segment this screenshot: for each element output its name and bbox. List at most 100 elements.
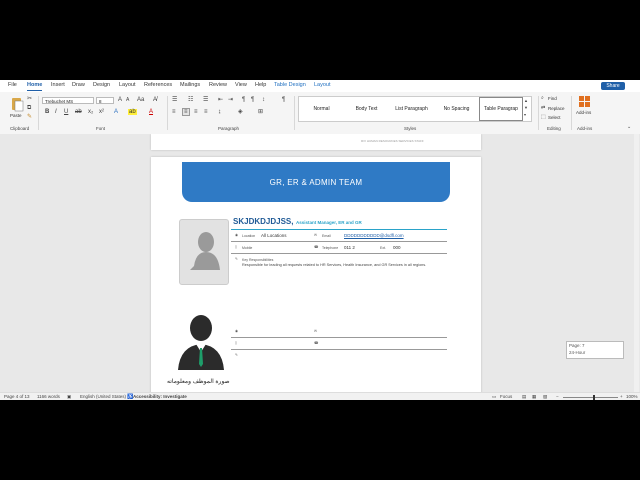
zoom-in-icon[interactable]: +	[620, 394, 623, 399]
previous-page: R/V HUMAN RESOURCES SERVICES STAFF	[151, 134, 481, 150]
align-left-icon[interactable]: ≡	[172, 109, 176, 115]
styles-scroll-down-icon[interactable]: ▼	[524, 106, 528, 110]
line-spacing-icon[interactable]: ↨	[218, 109, 221, 115]
row-divider	[231, 241, 447, 242]
addins-icon[interactable]	[579, 96, 591, 108]
zoom-slider[interactable]	[563, 395, 618, 400]
tab-review[interactable]: Review	[209, 82, 227, 88]
collapse-ribbon-icon[interactable]: ⌄	[627, 125, 631, 130]
title-underline	[231, 229, 447, 230]
show-marks-icon[interactable]: ¶	[282, 97, 285, 103]
group-divider	[294, 96, 295, 130]
tab-insert[interactable]: Insert	[51, 82, 65, 88]
zoom-slider-thumb[interactable]	[593, 395, 595, 400]
group-font: Font	[96, 126, 106, 131]
profile-photo-placeholder	[179, 219, 229, 285]
shading-icon[interactable]: ◈	[238, 109, 243, 115]
find-button[interactable]: Find	[548, 96, 557, 101]
strikethrough-icon[interactable]: ab	[75, 109, 82, 115]
focus-button[interactable]: Focus	[500, 394, 512, 399]
font-size-select[interactable]: 8	[96, 97, 114, 104]
borders-icon[interactable]: ⊞	[258, 109, 263, 115]
group-paragraph: Paragraph	[218, 126, 240, 131]
sort-icon[interactable]: ↕	[262, 97, 265, 103]
accessibility-status[interactable]: Accessibility: Investigate	[133, 394, 187, 399]
language[interactable]: English (United States)	[80, 394, 126, 399]
pen-icon: ✎	[235, 257, 238, 261]
font-color-icon[interactable]: A	[149, 109, 153, 115]
style-body-text[interactable]: Body Text	[344, 97, 389, 121]
tab-layout[interactable]: Layout	[119, 82, 136, 88]
bullets-icon[interactable]: ☰	[172, 97, 177, 103]
proofing-icon[interactable]: ▣	[67, 394, 71, 400]
location-value: All Locations	[261, 233, 287, 238]
telephone-icon: ☎	[314, 341, 319, 345]
copy-icon[interactable]: ⧉	[27, 105, 31, 111]
zoom-level[interactable]: 100%	[626, 394, 638, 399]
decrease-indent-icon[interactable]: ⇤	[218, 97, 223, 103]
tab-mailings[interactable]: Mailings	[180, 82, 200, 88]
vertical-scrollbar[interactable]	[634, 134, 639, 392]
person-silhouette-icon	[190, 232, 220, 270]
zoom-out-icon[interactable]: −	[556, 394, 559, 399]
highlight-icon[interactable]: ab	[128, 109, 137, 115]
word-count[interactable]: 1166 words	[37, 394, 60, 399]
style-no-spacing[interactable]: No Spacing	[434, 97, 479, 121]
arabic-caption: صورة الموظف ومعلوماته	[167, 379, 230, 385]
tab-home[interactable]: Home	[27, 82, 43, 91]
align-center-icon[interactable]: ≡	[182, 108, 190, 116]
styles-more-icon[interactable]: ▾	[524, 113, 526, 117]
print-layout-icon[interactable]: ▦	[532, 394, 536, 400]
select-button[interactable]: Select	[548, 115, 561, 120]
font-name-select[interactable]: Trebuchet MS	[42, 97, 94, 104]
align-right-icon[interactable]: ≡	[194, 109, 198, 115]
format-painter-icon[interactable]: ✎	[27, 114, 32, 120]
clear-formatting-icon[interactable]: A̸	[153, 97, 157, 103]
italic-icon[interactable]: I	[55, 109, 57, 115]
tab-help[interactable]: Help	[255, 82, 266, 88]
numbering-icon[interactable]: ☷	[188, 97, 193, 103]
shrink-font-icon[interactable]: A	[126, 98, 129, 103]
tab-table-layout[interactable]: Layout	[314, 82, 331, 88]
tab-view[interactable]: View	[235, 82, 247, 88]
rtl-icon[interactable]: ¶	[251, 97, 254, 103]
bold-icon[interactable]: B	[45, 109, 49, 115]
superscript-icon[interactable]: x²	[99, 109, 104, 115]
justify-icon[interactable]: ≡	[204, 109, 208, 115]
multilevel-list-icon[interactable]: ☰	[203, 97, 208, 103]
increase-indent-icon[interactable]: ⇥	[228, 97, 233, 103]
subscript-icon[interactable]: x₂	[88, 109, 93, 115]
person-name: SKJDKDJDJSS,	[233, 217, 294, 226]
text-effects-icon[interactable]: A	[114, 109, 118, 115]
cut-icon[interactable]: ✂	[27, 96, 32, 102]
share-button[interactable]: Share	[601, 82, 625, 90]
ltr-icon[interactable]: ¶	[242, 97, 245, 103]
page-scroll-tooltip: Page: 7 24-Hour	[566, 341, 624, 359]
person-title: Assistant Manager, ER and GR	[296, 220, 362, 225]
style-table-paragraph[interactable]: Table Paragrap	[479, 97, 523, 121]
web-layout-icon[interactable]: ▧	[543, 394, 547, 400]
read-mode-icon[interactable]: ▤	[522, 394, 526, 400]
paste-label: Paste	[10, 113, 22, 118]
page-count[interactable]: Page 4 of 13	[4, 394, 30, 399]
tab-references[interactable]: References	[144, 82, 172, 88]
tab-file[interactable]: File	[8, 82, 17, 88]
telephone-label: Telephone	[322, 246, 339, 250]
tab-design[interactable]: Design	[93, 82, 110, 88]
mobile-icon: ▯	[235, 341, 237, 345]
paste-icon[interactable]	[10, 96, 24, 112]
replace-button[interactable]: Replace	[548, 106, 565, 111]
style-normal[interactable]: Normal	[299, 97, 344, 121]
email-icon: ✉	[314, 329, 317, 333]
styles-scroll-up-icon[interactable]: ▲	[524, 99, 528, 103]
tab-table-design[interactable]: Table Design	[274, 82, 306, 88]
document-page[interactable]: GR, ER & ADMIN TEAM SKJDKDJDJSS, Assista…	[151, 157, 481, 392]
underline-icon[interactable]: U	[64, 109, 68, 115]
change-case-icon[interactable]: Aa	[137, 97, 144, 103]
tab-draw[interactable]: Draw	[72, 82, 85, 88]
grow-font-icon[interactable]: A	[118, 97, 122, 103]
location-label: Location	[242, 234, 256, 238]
email-value[interactable]: DDDDDDDDDDD@dsdfl.com	[344, 233, 404, 238]
key-responsibilities-label: Key Responsibilities	[242, 258, 274, 262]
style-list-paragraph[interactable]: List Paragraph	[389, 97, 434, 121]
